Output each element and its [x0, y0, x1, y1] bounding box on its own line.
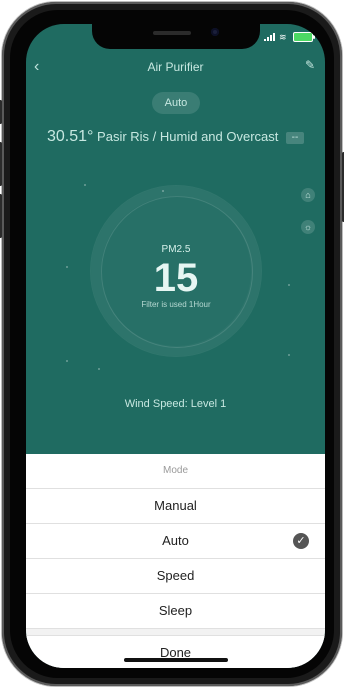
wind-speed: Wind Speed: Level 1 — [124, 398, 227, 410]
done-button[interactable]: Done — [26, 635, 325, 668]
pencil-icon[interactable]: ✎ — [305, 58, 317, 72]
side-button-left-2 — [0, 142, 2, 186]
particle-dot — [98, 368, 100, 370]
weather-code: -- — [286, 131, 305, 144]
mode-option-speed[interactable]: Speed — [26, 559, 325, 594]
mode-sheet-title: Mode — [26, 454, 325, 489]
status-bar: ≋ — [264, 32, 315, 42]
home-indicator — [124, 658, 228, 662]
particle-dot — [288, 284, 290, 286]
filter-usage: Filter is used 1Hour — [141, 300, 211, 309]
page-title: Air Purifier — [147, 60, 204, 74]
mode-option-label: Speed — [156, 568, 195, 583]
weather-info: 30.51° Pasir Ris / Humid and Overcast -- — [26, 128, 325, 146]
bulb-icon[interactable]: ☼ — [301, 220, 315, 234]
check-icon: ✓ — [293, 533, 309, 549]
side-button-left-3 — [0, 194, 2, 238]
mode-badge[interactable]: Auto — [152, 92, 200, 114]
top-bar: ‹ Air Purifier ✎ — [26, 54, 325, 78]
mode-option-manual[interactable]: Manual — [26, 489, 325, 524]
pm25-gauge: PM2.5 15 Filter is used 1Hour — [91, 186, 261, 356]
particle-dot — [288, 354, 290, 356]
front-camera — [211, 28, 219, 36]
particle-dot — [84, 184, 86, 186]
notch — [92, 24, 260, 49]
mode-option-label: Auto — [162, 533, 189, 548]
mode-option-sleep[interactable]: Sleep — [26, 594, 325, 629]
wifi-icon: ≋ — [279, 32, 287, 42]
mode-option-label: Sleep — [158, 603, 193, 618]
pm25-label: PM2.5 — [161, 244, 191, 255]
location-condition: Pasir Ris / Humid and Overcast — [97, 129, 279, 144]
particle-dot — [66, 360, 68, 362]
mode-option-label: Manual — [154, 498, 197, 513]
speaker — [153, 31, 191, 35]
signal-icon — [264, 33, 275, 41]
particle-dot — [66, 266, 68, 268]
pm25-value: 15 — [153, 256, 199, 300]
battery-icon — [293, 32, 315, 42]
temperature: 30.51° — [46, 128, 94, 145]
bell-icon[interactable]: ⌂ — [301, 188, 315, 202]
side-button-left-1 — [0, 100, 2, 124]
screen: ≋ ‹ Air Purifier ✎ Auto 30.51° Pasir Ris… — [26, 24, 325, 668]
mode-option-auto[interactable]: Auto ✓ — [26, 524, 325, 559]
mode-sheet: Mode Manual Auto ✓ Speed Sleep Done — [26, 454, 325, 668]
